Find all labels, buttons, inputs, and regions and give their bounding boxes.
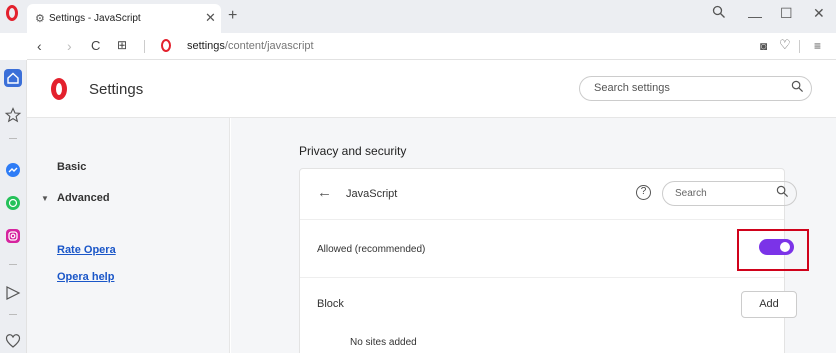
whatsapp-icon[interactable]	[4, 194, 22, 212]
gear-icon: ⚙	[35, 13, 45, 25]
javascript-card: ← JavaScript ? Search Allowed (recommend…	[299, 168, 809, 353]
card-divider	[300, 277, 784, 278]
sidebar-separator	[9, 264, 17, 265]
opera-sidebar	[0, 60, 27, 353]
opera-menu-icon[interactable]	[6, 5, 18, 21]
address-bar: ‹ › C ⊞ settings/content/javascript ◙ ♡ …	[27, 33, 836, 60]
nav-advanced[interactable]: Advanced	[57, 192, 110, 204]
url-host: settings	[187, 40, 225, 52]
search-icon	[776, 185, 789, 201]
tab-settings-javascript[interactable]: ⚙ Settings - JavaScript ✕	[27, 4, 221, 33]
settings-nav: Basic ▼ Advanced Rate Opera Opera help	[27, 118, 230, 353]
nav-basic[interactable]: Basic	[57, 161, 86, 173]
address-divider	[144, 40, 145, 53]
star-icon[interactable]	[4, 106, 22, 124]
url-field[interactable]: settings/content/javascript	[187, 40, 314, 52]
search-icon	[791, 80, 804, 96]
block-label: Block	[317, 298, 344, 310]
card-divider	[300, 219, 784, 220]
highlight-box	[737, 229, 809, 271]
messenger-icon[interactable]	[4, 161, 22, 179]
settings-main: Privacy and security ← JavaScript ? Sear…	[231, 118, 836, 353]
no-sites-text: No sites added	[350, 337, 417, 348]
allowed-label: Allowed (recommended)	[317, 244, 426, 255]
back-arrow-icon[interactable]: ←	[317, 184, 332, 201]
tab-bar: ⚙ Settings - JavaScript ✕ + — ☐ ✕	[0, 0, 836, 33]
rate-opera-link[interactable]: Rate Opera	[57, 244, 116, 256]
close-window-icon[interactable]: ✕	[813, 5, 825, 22]
easy-setup-icon[interactable]: ≡	[814, 39, 821, 53]
tab-title: Settings - JavaScript	[49, 13, 141, 24]
help-icon[interactable]: ?	[636, 185, 651, 200]
heart-sidebar-icon[interactable]	[4, 332, 22, 350]
heart-icon[interactable]: ♡	[779, 37, 791, 53]
section-title: Privacy and security	[299, 144, 407, 158]
search-settings-input[interactable]: Search settings	[579, 76, 812, 101]
send-icon[interactable]	[4, 284, 22, 302]
opera-logo	[51, 78, 67, 100]
opera-help-link[interactable]: Opera help	[57, 271, 114, 283]
new-tab-button[interactable]: +	[228, 7, 237, 25]
address-divider-right	[799, 40, 800, 53]
add-button[interactable]: Add	[741, 291, 797, 318]
maximize-icon[interactable]: ☐	[780, 5, 793, 22]
tab-search-icon[interactable]	[712, 5, 726, 22]
snapshot-icon[interactable]: ◙	[760, 39, 767, 53]
search-settings-placeholder: Search settings	[594, 82, 670, 94]
url-path: /content/javascript	[224, 40, 314, 52]
page-title: Settings	[89, 81, 144, 98]
tab-close-icon[interactable]: ✕	[205, 10, 216, 26]
javascript-search-input[interactable]: Search	[662, 181, 797, 206]
settings-header: Settings Search settings	[27, 60, 836, 118]
caret-down-icon[interactable]: ▼	[41, 194, 49, 203]
minimize-icon[interactable]: —	[748, 8, 762, 24]
sidebar-separator	[9, 314, 17, 315]
opera-page-icon	[161, 39, 171, 52]
instagram-icon[interactable]	[4, 227, 22, 245]
card-title: JavaScript	[346, 188, 398, 200]
sidebar-separator	[9, 138, 17, 139]
speed-dial-icon[interactable]: ⊞	[117, 38, 127, 52]
back-button[interactable]: ‹	[37, 38, 42, 54]
reload-button[interactable]: C	[91, 38, 100, 53]
home-icon[interactable]	[4, 69, 22, 87]
javascript-search-placeholder: Search	[675, 188, 707, 199]
forward-button[interactable]: ›	[67, 38, 72, 54]
